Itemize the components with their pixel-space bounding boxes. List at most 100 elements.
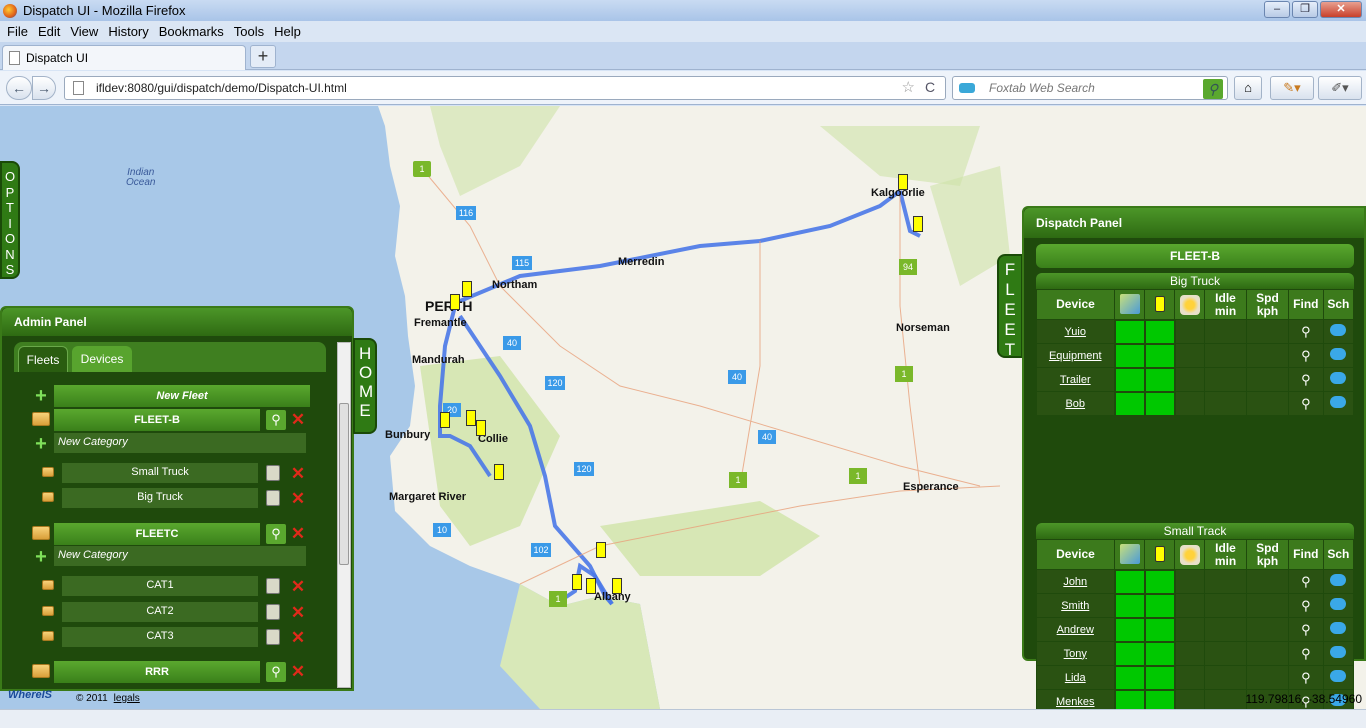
new-category-button[interactable]: New Category <box>54 433 306 453</box>
delete-fleet-icon[interactable]: ✕ <box>288 524 308 544</box>
chat-icon[interactable] <box>1330 622 1347 634</box>
vehicle-marker-icon[interactable] <box>572 574 582 590</box>
maximize-button[interactable]: ❐ <box>1292 1 1318 18</box>
calculator-icon[interactable] <box>266 604 280 620</box>
vehicle-marker-icon[interactable] <box>450 294 460 310</box>
map-status[interactable] <box>1113 342 1146 369</box>
bookmark-star-icon[interactable]: ☆ <box>902 78 915 96</box>
delete-category-icon[interactable]: ✕ <box>288 577 308 597</box>
find-icon[interactable]: ⚲ <box>1301 324 1311 340</box>
home-tab[interactable]: HOME <box>353 338 377 434</box>
flag-status[interactable] <box>1143 568 1176 595</box>
fleet-row-fleet-b[interactable]: FLEET-B <box>54 409 260 431</box>
back-button[interactable]: ← <box>6 76 32 100</box>
chat-icon[interactable] <box>1330 598 1347 610</box>
vehicle-marker-icon[interactable] <box>476 420 486 436</box>
options-tab[interactable]: OPTIONS <box>0 161 20 279</box>
find-icon[interactable]: ⚲ <box>1301 396 1311 412</box>
tab-fleets[interactable]: Fleets <box>18 346 68 372</box>
device-link[interactable]: Menkes <box>1036 689 1115 709</box>
find-icon[interactable]: ⚲ <box>1301 646 1311 662</box>
col-flag[interactable] <box>1144 539 1175 570</box>
vehicle-marker-icon[interactable] <box>612 578 622 594</box>
tools-button[interactable]: ✐▾ <box>1318 76 1362 100</box>
menu-view[interactable]: View <box>65 24 103 39</box>
minimize-button[interactable]: – <box>1264 1 1290 18</box>
category-row[interactable]: CAT2 <box>62 602 258 622</box>
menu-tools[interactable]: Tools <box>229 24 269 39</box>
calculator-icon[interactable] <box>266 465 280 481</box>
vehicle-marker-icon[interactable] <box>466 410 476 426</box>
flag-status[interactable] <box>1143 616 1176 643</box>
chat-icon[interactable] <box>1330 396 1347 408</box>
calculator-icon[interactable] <box>266 490 280 506</box>
device-link[interactable]: Tony <box>1036 641 1115 666</box>
col-map[interactable] <box>1114 289 1145 320</box>
new-category-button[interactable]: New Category <box>54 546 306 566</box>
calculator-icon[interactable] <box>266 578 280 594</box>
add-category-icon[interactable]: + <box>32 434 50 454</box>
search-engine-icon[interactable] <box>959 83 975 93</box>
delete-fleet-icon[interactable]: ✕ <box>288 410 308 430</box>
chat-icon[interactable] <box>1330 646 1347 658</box>
new-fleet-button[interactable]: New Fleet <box>54 385 310 407</box>
flag-status[interactable] <box>1143 318 1176 345</box>
chat-icon[interactable] <box>1330 670 1347 682</box>
map-status[interactable] <box>1113 592 1146 619</box>
find-icon[interactable]: ⚲ <box>1301 372 1311 388</box>
flag-icon[interactable] <box>1154 296 1165 313</box>
find-icon[interactable]: ⚲ <box>1301 670 1311 686</box>
device-link[interactable]: Lida <box>1036 665 1115 690</box>
menu-edit[interactable]: Edit <box>33 24 65 39</box>
menu-history[interactable]: History <box>103 24 153 39</box>
map-icon[interactable] <box>1119 294 1140 315</box>
device-link[interactable]: Andrew <box>1036 617 1115 642</box>
delete-category-icon[interactable]: ✕ <box>288 603 308 623</box>
device-link[interactable]: John <box>1036 569 1115 594</box>
menu-bookmarks[interactable]: Bookmarks <box>154 24 229 39</box>
search-input[interactable]: Foxtab Web Search ⚲ <box>952 76 1228 100</box>
find-icon[interactable]: ⚲ <box>1301 598 1311 614</box>
find-icon[interactable]: ⚲ <box>1301 574 1311 590</box>
close-button[interactable]: ✕ <box>1320 1 1362 18</box>
device-link[interactable]: Trailer <box>1036 367 1115 392</box>
legals-link[interactable]: legals <box>114 693 140 704</box>
chat-icon[interactable] <box>1330 372 1347 384</box>
flag-status[interactable] <box>1143 390 1176 417</box>
chat-icon[interactable] <box>1330 574 1347 586</box>
admin-scrollbar[interactable] <box>337 342 351 688</box>
fleet-row-fleetc[interactable]: FLEETC <box>54 523 260 545</box>
flag-status[interactable] <box>1143 640 1176 667</box>
vehicle-marker-icon[interactable] <box>440 412 450 428</box>
reload-icon[interactable]: C <box>925 79 935 95</box>
forward-button[interactable]: → <box>32 76 56 100</box>
delete-category-icon[interactable]: ✕ <box>288 628 308 648</box>
category-row[interactable]: Big Truck <box>62 488 258 508</box>
delete-category-icon[interactable]: ✕ <box>288 464 308 484</box>
url-bar[interactable]: ifldev:8080/gui/dispatch/demo/Dispatch-U… <box>64 76 946 100</box>
vehicle-marker-icon[interactable] <box>586 578 596 594</box>
fleet-row-rrr[interactable]: RRR <box>54 661 260 683</box>
device-link[interactable]: Equipment <box>1036 343 1115 368</box>
search-icon[interactable]: ⚲ <box>1203 79 1223 99</box>
col-map[interactable] <box>1114 539 1145 570</box>
flag-status[interactable] <box>1143 366 1176 393</box>
flag-status[interactable] <box>1143 592 1176 619</box>
menu-file[interactable]: File <box>2 24 33 39</box>
map-icon[interactable] <box>1119 544 1140 565</box>
new-tab-button[interactable]: + <box>250 45 276 68</box>
map-viewport[interactable]: PERTH Northam Merredin Kalgoorlie Freman… <box>0 106 1366 709</box>
map-status[interactable] <box>1113 616 1146 643</box>
category-row[interactable]: CAT1 <box>62 576 258 596</box>
add-category-icon[interactable]: + <box>32 547 50 567</box>
map-status[interactable] <box>1113 318 1146 345</box>
category-row[interactable]: CAT3 <box>62 627 258 647</box>
map-status[interactable] <box>1113 568 1146 595</box>
map-status[interactable] <box>1113 390 1146 417</box>
map-status[interactable] <box>1113 366 1146 393</box>
vehicle-marker-icon[interactable] <box>494 464 504 480</box>
find-fleet-icon[interactable]: ⚲ <box>266 524 286 544</box>
vehicle-marker-icon[interactable] <box>596 542 606 558</box>
flag-status[interactable] <box>1143 342 1176 369</box>
flag-status[interactable] <box>1143 664 1176 691</box>
